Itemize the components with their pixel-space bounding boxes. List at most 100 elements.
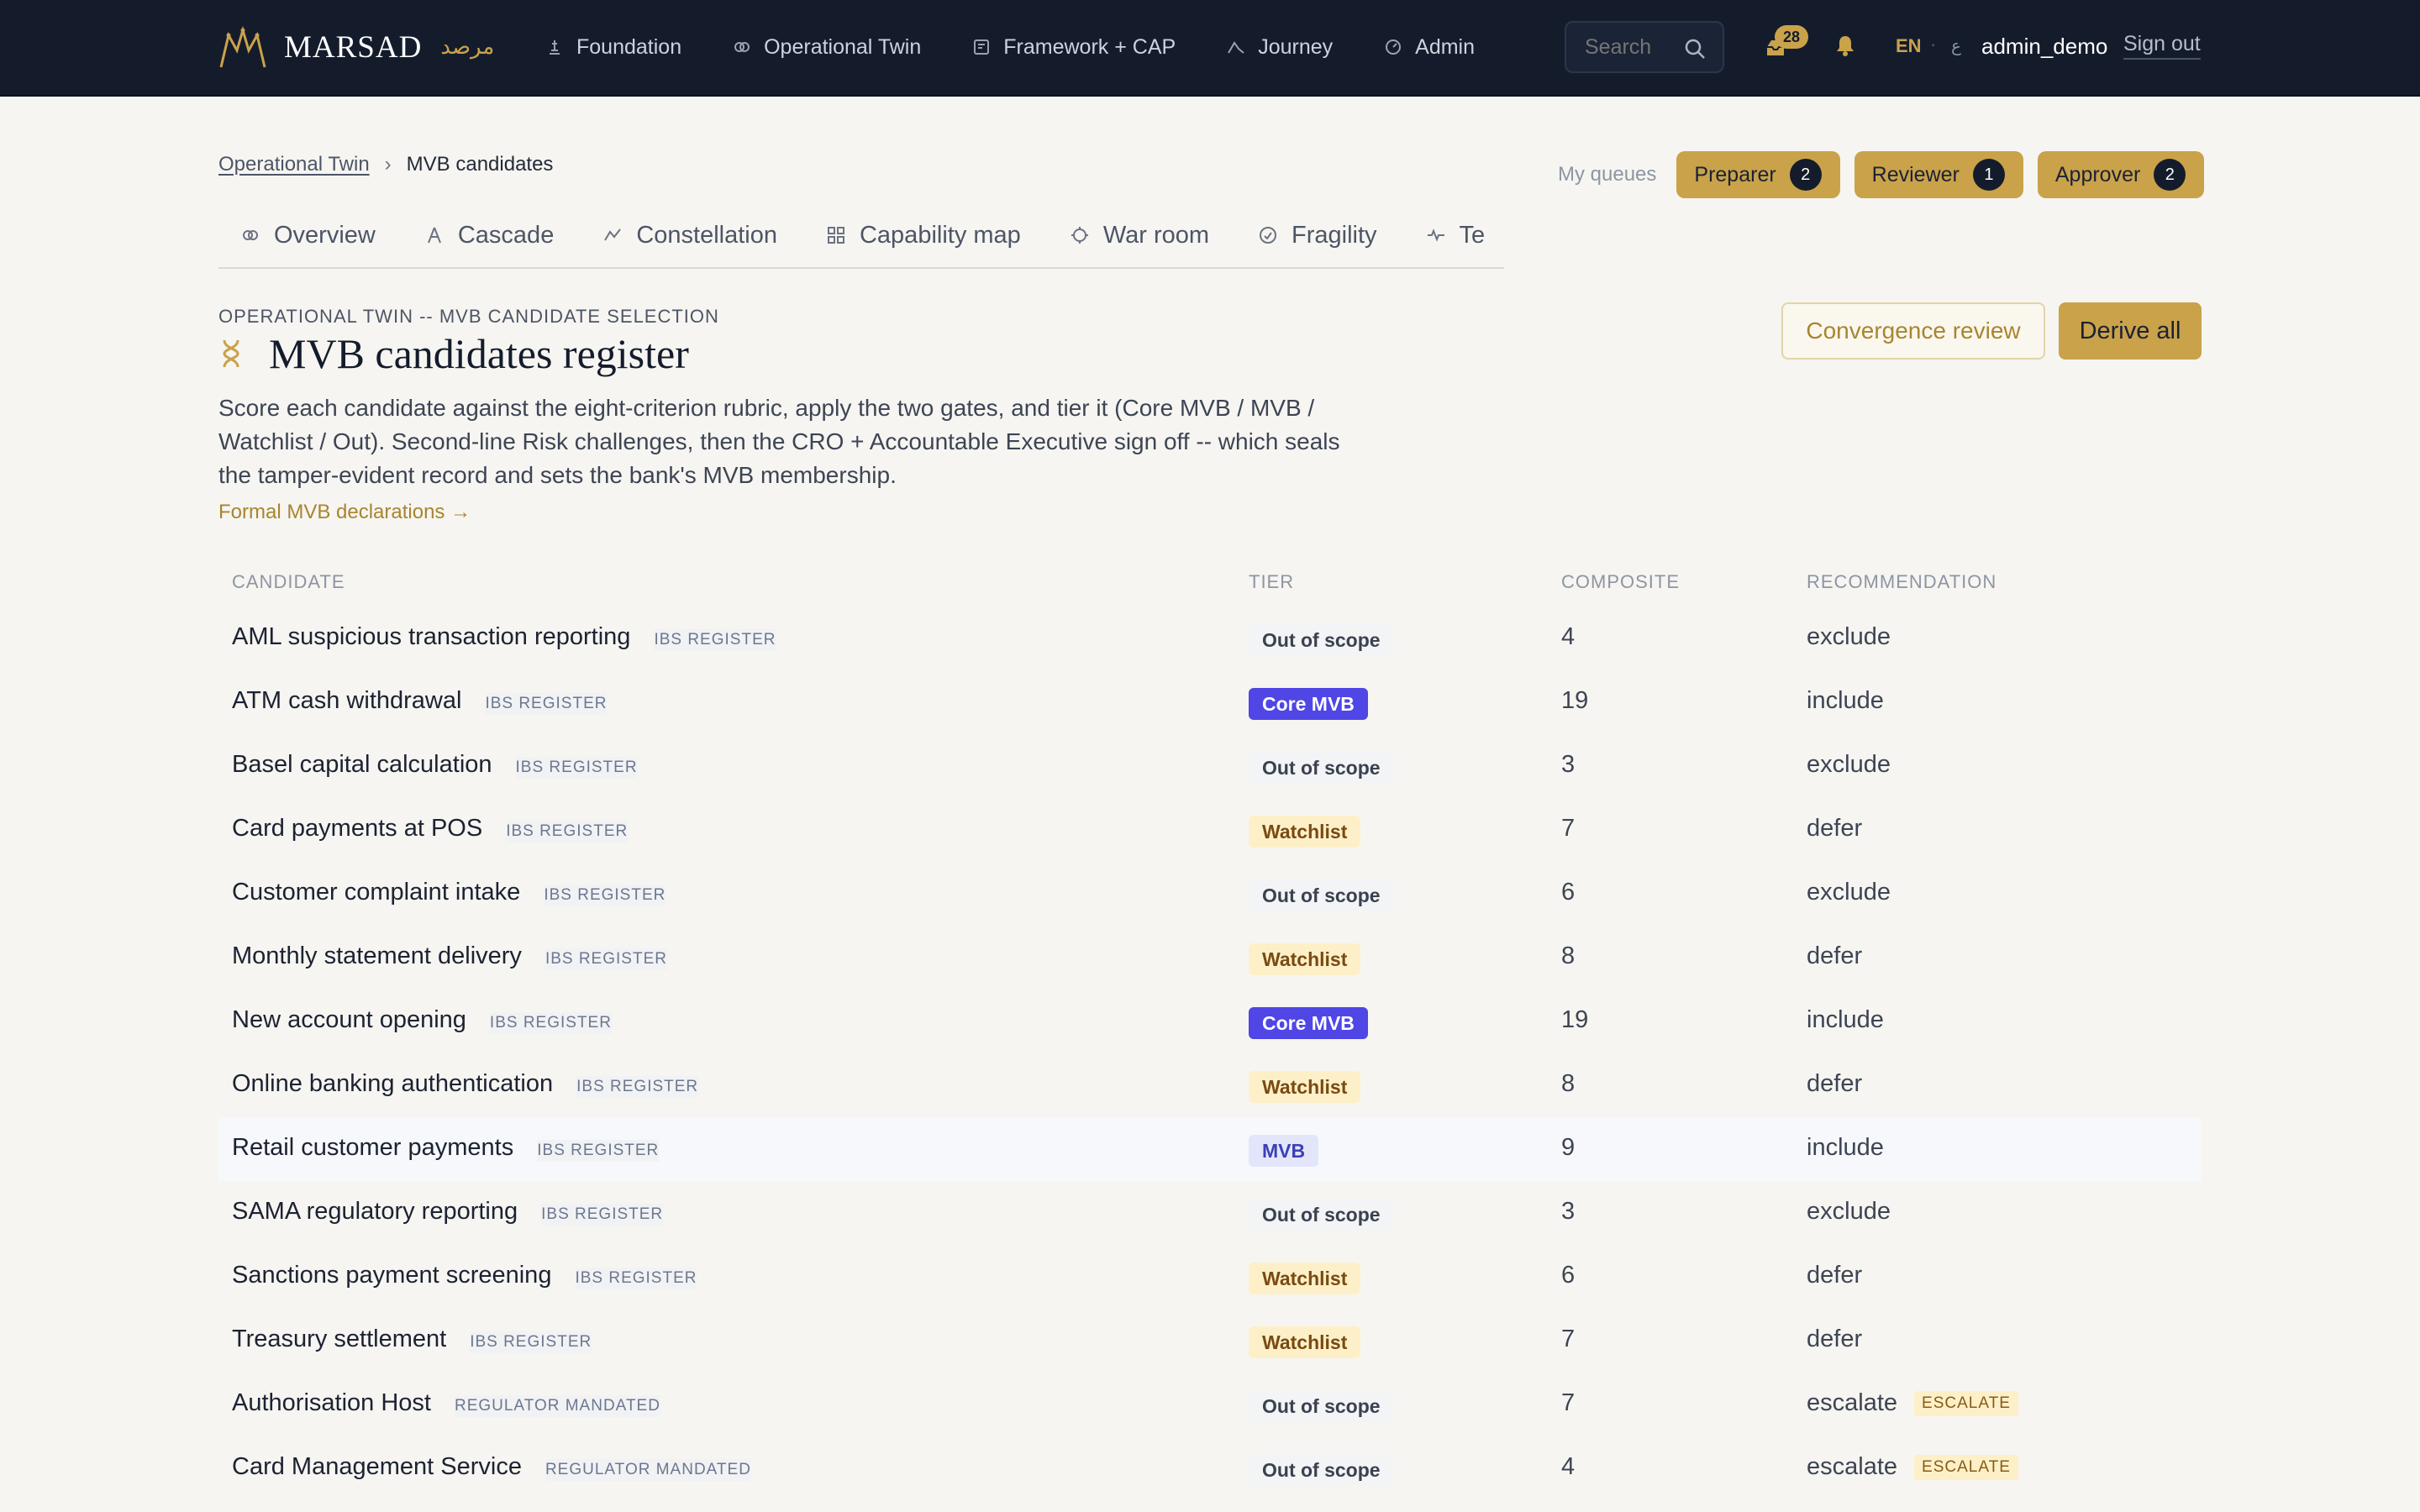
column-header-tier: TIER: [1249, 571, 1295, 592]
tier-badge: Watchlist: [1249, 1326, 1361, 1358]
queue-approver-button[interactable]: Approver 2: [2037, 151, 2205, 198]
source-tag: IBS REGISTER: [515, 757, 638, 779]
table-header: CANDIDATE TIER COMPOSITE RECOMMENDATION: [218, 571, 2202, 592]
candidate-name[interactable]: Card Management Service: [232, 1453, 522, 1481]
page-eyebrow: OPERATIONAL TWIN -- MVB CANDIDATE SELECT…: [218, 306, 719, 327]
queue-preparer-button[interactable]: Preparer 2: [1676, 151, 1840, 198]
recommendation-value: defer: [1807, 1326, 1863, 1352]
pulse-icon: [1427, 228, 1444, 242]
composite-score: 4: [1561, 623, 1576, 650]
source-tag: IBS REGISTER: [544, 885, 666, 906]
recommendation-value: exclude: [1807, 623, 1891, 650]
table-row[interactable]: Customer complaint intake IBS REGISTER Out…: [218, 862, 2202, 926]
tier-badge: Watchlist: [1249, 816, 1361, 848]
journey-icon: [1228, 41, 1244, 54]
candidate-name[interactable]: Sanctions payment screening: [232, 1262, 551, 1289]
table-row[interactable]: New account opening IBS REGISTER Core MVB 1…: [218, 990, 2202, 1053]
tier-badge: MVB: [1249, 1135, 1319, 1167]
nav-admin[interactable]: Admin: [1383, 35, 1475, 60]
formal-declarations-link[interactable]: Formal MVB declarations →: [218, 501, 471, 524]
recommendation-value: include: [1807, 687, 1884, 714]
table-row[interactable]: SAMA regulatory reporting IBS REGISTER Out…: [218, 1181, 2202, 1245]
tab-label: War room: [1102, 221, 1210, 249]
convergence-review-button[interactable]: Convergence review: [1781, 302, 2045, 360]
table-row[interactable]: Treasury settlement IBS REGISTER Watchlist…: [218, 1309, 2202, 1373]
candidate-name[interactable]: Monthly statement delivery: [232, 942, 522, 970]
candidate-cell: New account opening IBS REGISTER: [232, 1006, 612, 1034]
sign-out-link[interactable]: Sign out: [2123, 32, 2201, 60]
candidate-name[interactable]: Treasury settlement: [232, 1326, 446, 1353]
nav-framework-cap[interactable]: Framework + CAP: [971, 35, 1176, 60]
queue-reviewer-button[interactable]: Reviewer 1: [1854, 151, 2023, 198]
tab-overview[interactable]: Overview: [218, 217, 402, 254]
nav-journey[interactable]: Journey: [1226, 35, 1333, 60]
tab-capability-map[interactable]: Capability map: [804, 217, 1048, 254]
candidate-name[interactable]: Online banking authentication: [232, 1070, 553, 1098]
search-box[interactable]: [1565, 21, 1724, 73]
bell-icon[interactable]: [1833, 34, 1857, 57]
composite-score: 7: [1561, 1389, 1576, 1416]
composite-score: 6: [1561, 879, 1576, 906]
candidate-cell: Card payments at POS IBS REGISTER: [232, 815, 629, 843]
table-row[interactable]: Card Management Service REGULATOR MANDATE…: [218, 1436, 2202, 1500]
candidate-name[interactable]: AML suspicious transaction reporting: [232, 623, 630, 651]
source-tag: IBS REGISTER: [489, 1012, 612, 1034]
tier-badge: Out of scope: [1249, 1390, 1394, 1422]
candidate-name[interactable]: New account opening: [232, 1006, 466, 1034]
tab-te[interactable]: Te: [1404, 217, 1504, 254]
source-tag: IBS REGISTER: [576, 1076, 699, 1098]
table-row[interactable]: AML suspicious transaction reporting IBS …: [218, 606, 2202, 670]
candidate-name[interactable]: SAMA regulatory reporting: [232, 1198, 518, 1226]
recommendation-cell: escalate ESCALATE: [1807, 1453, 2018, 1481]
tab-fragility[interactable]: Fragility: [1236, 217, 1404, 254]
tab-constellation[interactable]: Constellation: [581, 217, 804, 254]
candidate-cell: Card Management Service REGULATOR MANDATE…: [232, 1453, 751, 1481]
candidate-name[interactable]: Basel capital calculation: [232, 751, 492, 779]
candidate-name[interactable]: Retail customer payments: [232, 1134, 513, 1162]
breadcrumb-parent-link[interactable]: Operational Twin: [218, 153, 370, 176]
table-row[interactable]: Sanctions payment screening IBS REGISTER W…: [218, 1245, 2202, 1309]
source-tag: IBS REGISTER: [506, 821, 629, 843]
table-row[interactable]: Online banking authentication IBS REGISTE…: [218, 1053, 2202, 1117]
table-row[interactable]: Retail customer payments IBS REGISTER MVB 9…: [218, 1117, 2202, 1181]
language-en[interactable]: EN: [1896, 35, 1922, 57]
foundation-icon: [550, 40, 560, 55]
candidate-name[interactable]: Customer complaint intake: [232, 879, 520, 906]
brand[interactable]: MARSAD مرصد: [218, 22, 494, 72]
composite-score: 19: [1561, 687, 1589, 714]
candidate-cell: Authorisation Host REGULATOR MANDATED: [232, 1389, 660, 1417]
recommendation-cell: include: [1807, 687, 1884, 715]
queue-count: 2: [2154, 159, 2186, 191]
table-row[interactable]: Card payments at POS IBS REGISTER Watchlis…: [218, 798, 2202, 862]
candidate-cell: Basel capital calculation IBS REGISTER: [232, 751, 638, 779]
candidate-name[interactable]: Authorisation Host: [232, 1389, 431, 1417]
tab-label: Capability map: [859, 221, 1021, 249]
candidate-name[interactable]: ATM cash withdrawal: [232, 687, 461, 715]
search-input[interactable]: [1585, 34, 1677, 60]
tier-badge: Core MVB: [1249, 688, 1368, 720]
page-title-row: MVB candidates register: [218, 329, 689, 378]
language-arabic[interactable]: ع: [1951, 35, 1961, 56]
nav-operational-twin[interactable]: Operational Twin: [732, 35, 921, 60]
tab-war-room[interactable]: War room: [1048, 217, 1236, 254]
tab-label: Te: [1459, 221, 1486, 249]
recommendation-value: include: [1807, 1006, 1884, 1033]
tier-badge: Out of scope: [1249, 1454, 1394, 1486]
queue-label: Approver: [2054, 162, 2141, 186]
queue-label: Reviewer: [1871, 162, 1960, 186]
table-row[interactable]: Authorisation Host REGULATOR MANDATED Out …: [218, 1373, 2202, 1436]
inbox-button[interactable]: 28: [1761, 25, 1812, 67]
recommendation-value: escalate: [1807, 1453, 1898, 1480]
nav-label: Framework + CAP: [1003, 34, 1176, 59]
candidate-cell: ATM cash withdrawal IBS REGISTER: [232, 687, 608, 715]
source-tag: IBS REGISTER: [485, 693, 608, 715]
search-icon[interactable]: [1684, 38, 1706, 60]
candidate-name[interactable]: Card payments at POS: [232, 815, 482, 843]
table-row[interactable]: Monthly statement delivery IBS REGISTER Wa…: [218, 926, 2202, 990]
gauge-icon: [1260, 227, 1277, 244]
table-row[interactable]: Basel capital calculation IBS REGISTER Out…: [218, 734, 2202, 798]
table-row[interactable]: ATM cash withdrawal IBS REGISTER Core MVB 1…: [218, 670, 2202, 734]
derive-all-button[interactable]: Derive all: [2059, 302, 2202, 360]
tab-cascade[interactable]: Cascade: [402, 217, 581, 254]
nav-foundation[interactable]: Foundation: [544, 35, 681, 60]
